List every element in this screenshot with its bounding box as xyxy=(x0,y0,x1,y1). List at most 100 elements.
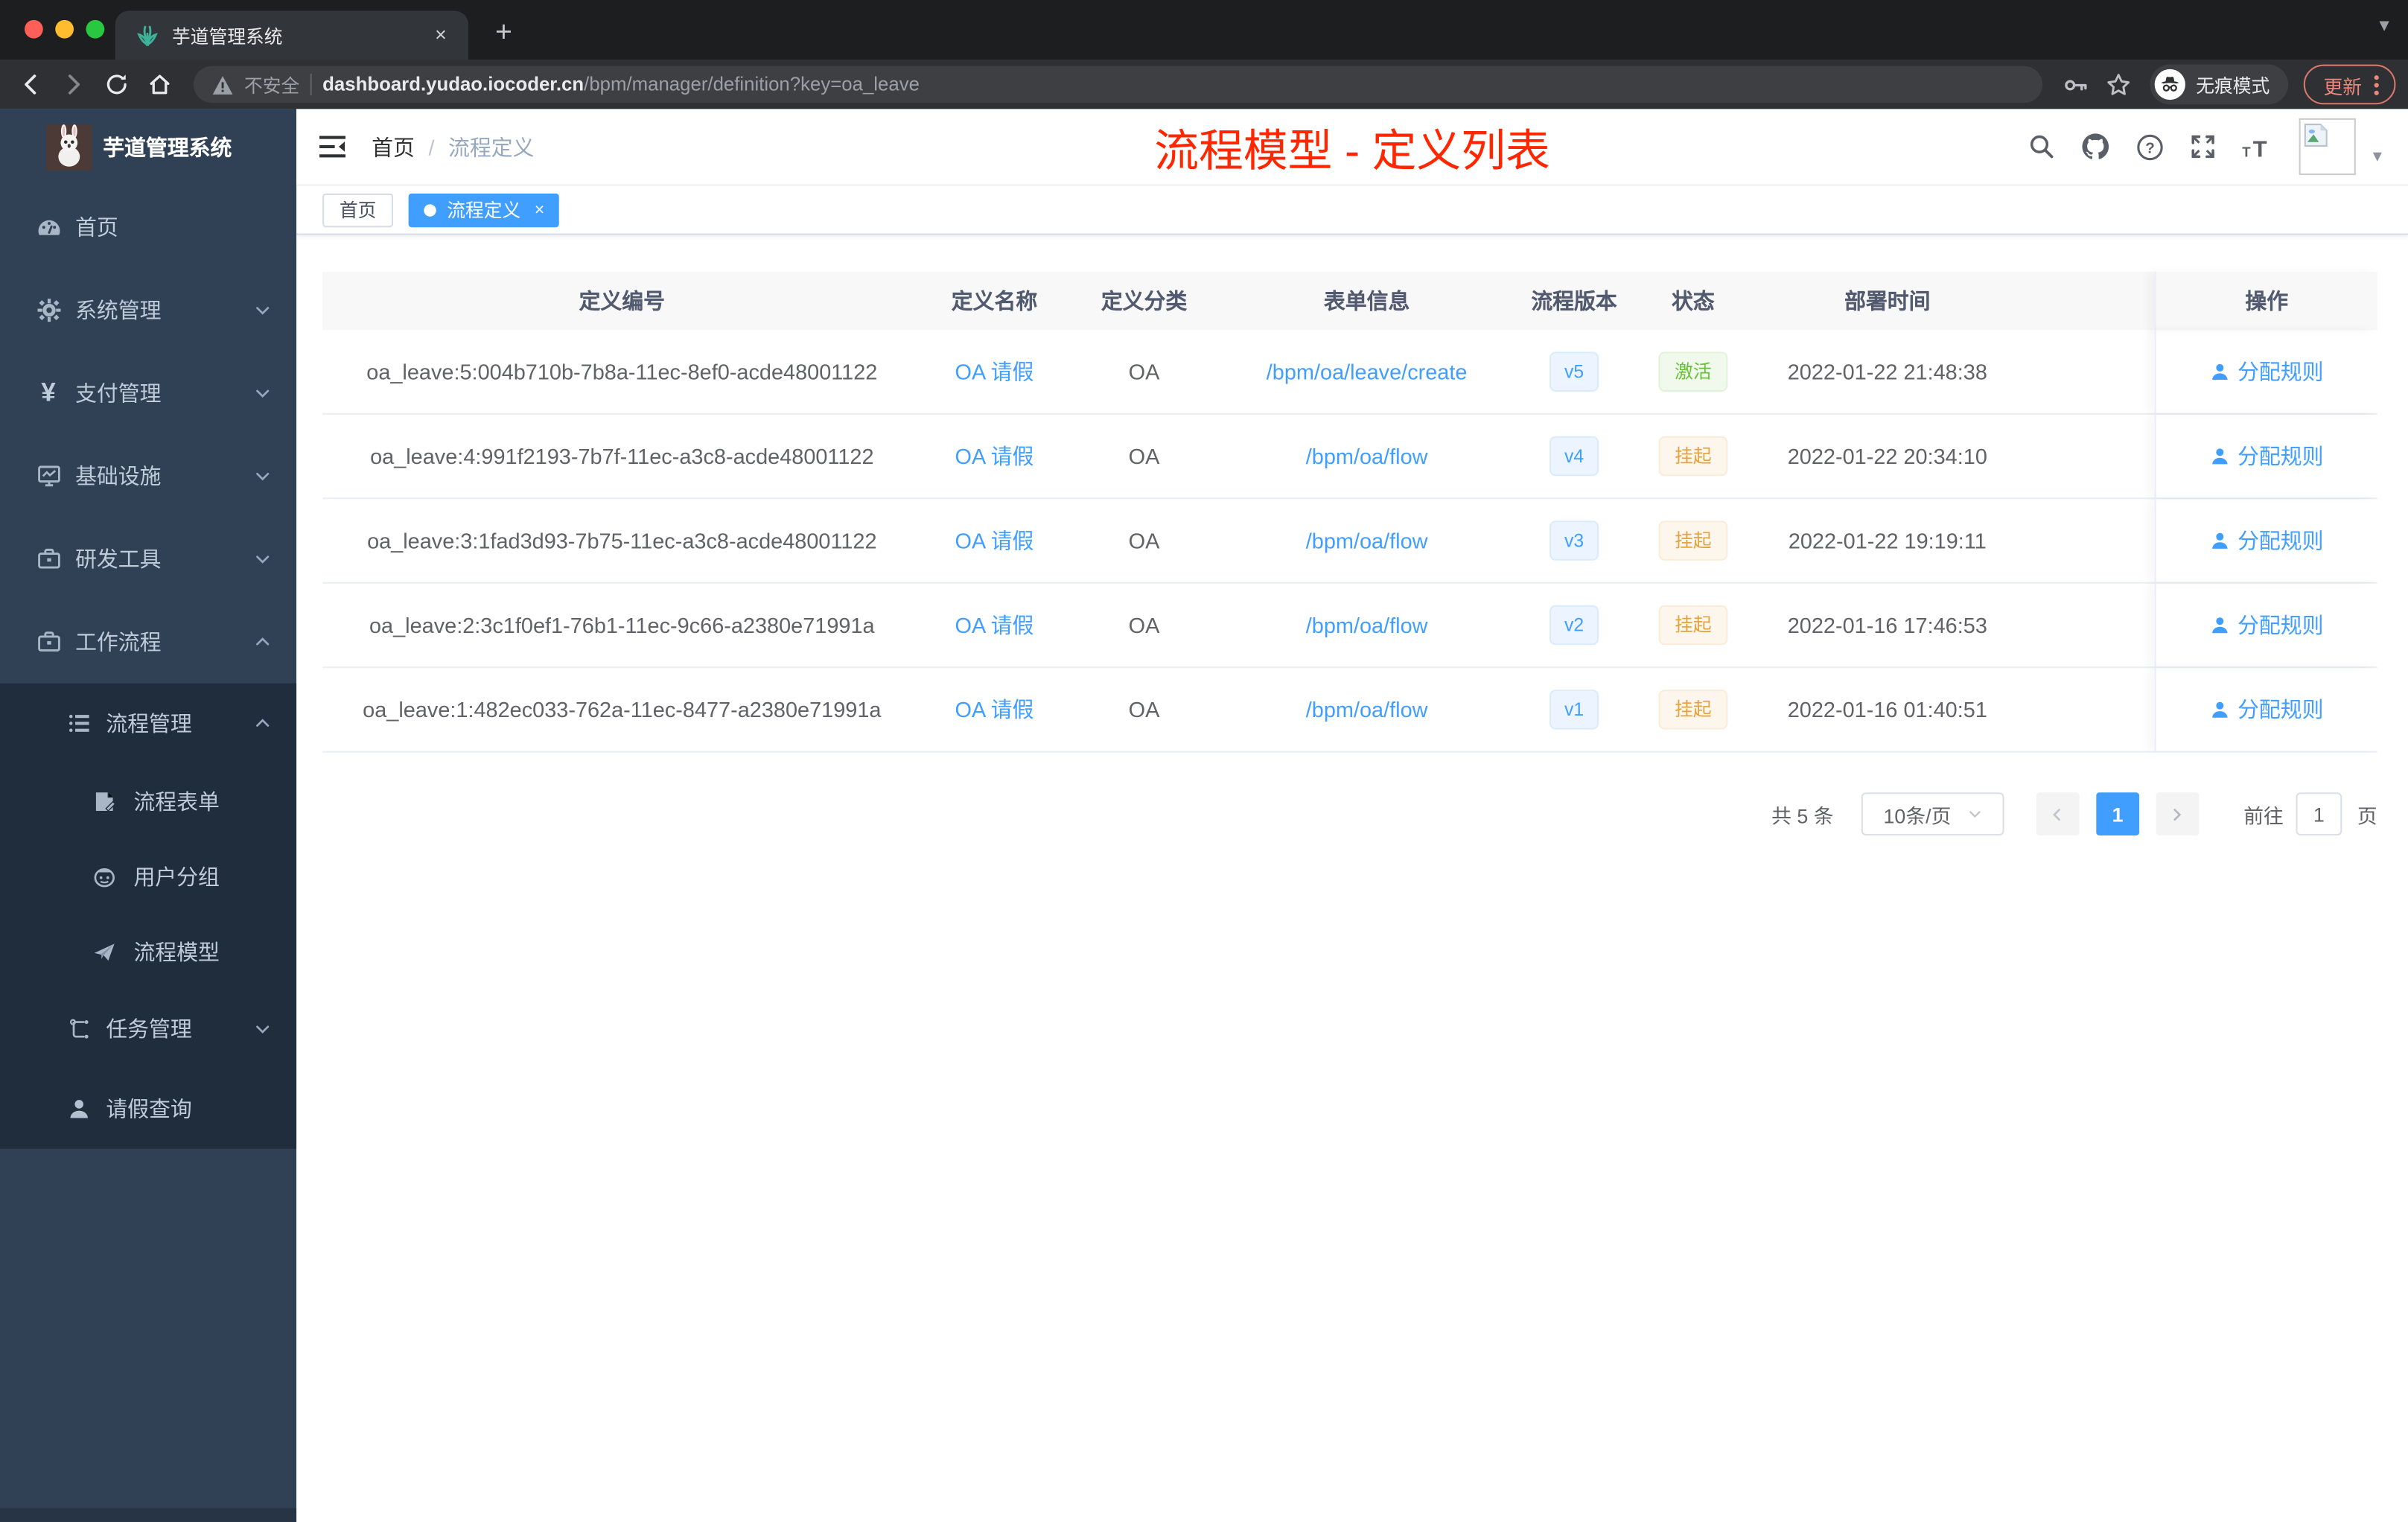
annotation-title: 流程模型 - 定义列表 xyxy=(1154,127,1550,176)
goto-page-input[interactable] xyxy=(2296,792,2342,835)
column-header: 定义名称 xyxy=(951,288,1038,313)
browser-tab[interactable]: 芋道管理系统 × xyxy=(115,10,469,60)
sidebar-item-label: 流程表单 xyxy=(133,789,220,814)
assign-rule-link[interactable]: 分配规则 xyxy=(2210,610,2324,640)
definition-name-link[interactable]: OA 请假 xyxy=(955,613,1033,637)
definition-name-link[interactable]: OA 请假 xyxy=(955,697,1033,722)
definition-name-link[interactable]: OA 请假 xyxy=(955,360,1033,384)
brand-title: 芋道管理系统 xyxy=(103,135,232,160)
tab-close-icon[interactable]: × xyxy=(428,23,453,48)
password-key-icon[interactable] xyxy=(2058,66,2095,104)
status-badge: 激活 xyxy=(1659,351,1727,392)
url-text: dashboard.yudao.iocoder.cn/bpm/manager/d… xyxy=(322,74,920,95)
status-badge: 挂起 xyxy=(1659,690,1727,730)
sidebar-item-task-management[interactable]: 任务管理 xyxy=(0,989,296,1069)
paper-plane-icon xyxy=(91,939,117,964)
minimize-window-button[interactable] xyxy=(55,19,74,39)
zoom-window-button[interactable] xyxy=(86,19,105,39)
home-icon[interactable] xyxy=(141,66,179,104)
breadcrumb-current: 流程定义 xyxy=(448,134,535,159)
browser-menu-dots-icon[interactable] xyxy=(2374,74,2379,95)
chevron-up-icon xyxy=(253,633,272,652)
back-icon[interactable] xyxy=(13,66,50,104)
page-size-select[interactable]: 10条/页 xyxy=(1861,792,2004,835)
assign-rule-label: 分配规则 xyxy=(2237,697,2324,722)
form-link[interactable]: /bpm/oa/flow xyxy=(1306,613,1428,637)
page-unit-label: 页 xyxy=(2357,803,2377,827)
assign-rule-link[interactable]: 分配规则 xyxy=(2210,441,2324,471)
active-dot xyxy=(424,203,436,216)
browser-update-button[interactable]: 更新 xyxy=(2303,64,2396,105)
breadcrumb-home[interactable]: 首页 xyxy=(372,131,415,162)
toolbox-icon xyxy=(35,547,61,571)
next-page-button[interactable] xyxy=(2156,792,2200,835)
form-link[interactable]: /bpm/oa/flow xyxy=(1306,529,1428,553)
deploy-time: 2022-01-22 21:48:38 xyxy=(1787,359,1987,384)
search-icon[interactable] xyxy=(2029,133,2055,159)
sidebar-item-home[interactable]: 首页 xyxy=(0,186,296,269)
sidebar-item-process-management[interactable]: 流程管理 xyxy=(0,684,296,763)
sidebar-item-process-form[interactable]: 流程表单 xyxy=(0,763,296,838)
sidebar: 芋道管理系统 首页 系统管理 ¥ 支付管理 基础设施 研发工具 工作流程 流程管… xyxy=(0,109,297,1522)
page-content: 定义编号 定义名称 定义分类 表单信息 流程版本 状态 部署时间 操作 oa_l… xyxy=(296,235,2408,1522)
sidebar-item-devtools[interactable]: 研发工具 xyxy=(0,518,296,600)
gear-icon xyxy=(35,298,61,322)
page-number-1[interactable]: 1 xyxy=(2096,792,2139,835)
sidebar-item-infrastructure[interactable]: 基础设施 xyxy=(0,435,296,518)
sidebar-item-process-model[interactable]: 流程模型 xyxy=(0,914,296,989)
tag-label: 首页 xyxy=(339,200,377,221)
sidebar-item-label: 系统管理 xyxy=(75,298,162,323)
status-badge: 挂起 xyxy=(1659,520,1727,561)
tag-home[interactable]: 首页 xyxy=(322,192,394,227)
status-badge: 挂起 xyxy=(1659,605,1727,646)
sidebar-item-user-group[interactable]: 用户分组 xyxy=(0,838,296,914)
assign-rule-link[interactable]: 分配规则 xyxy=(2210,694,2324,725)
assign-rule-link[interactable]: 分配规则 xyxy=(2210,525,2324,555)
definition-name-link[interactable]: OA 请假 xyxy=(955,444,1033,468)
sidebar-collapse-icon[interactable] xyxy=(319,136,346,159)
assign-rule-link[interactable]: 分配规则 xyxy=(2210,357,2324,387)
security-warning-icon[interactable] xyxy=(212,74,234,95)
chevron-down-icon xyxy=(253,1020,272,1039)
sidebar-item-label: 任务管理 xyxy=(106,1016,192,1042)
prev-page-button[interactable] xyxy=(2036,792,2080,835)
bookmark-star-icon[interactable] xyxy=(2100,66,2138,104)
new-tab-button[interactable]: + xyxy=(484,14,524,54)
sidebar-item-workflow[interactable]: 工作流程 xyxy=(0,600,296,683)
sidebar-item-system[interactable]: 系统管理 xyxy=(0,269,296,351)
assign-rule-label: 分配规则 xyxy=(2237,359,2324,384)
status-badge: 挂起 xyxy=(1659,436,1727,477)
svg-text:?: ? xyxy=(2145,138,2155,156)
user-menu-caret-icon[interactable]: ▼ xyxy=(2370,149,2385,166)
deploy-time: 2022-01-22 19:19:11 xyxy=(1788,528,1987,553)
chevron-up-icon xyxy=(253,714,272,733)
definition-id: oa_leave:5:004b710b-7b8a-11ec-8ef0-acde4… xyxy=(366,359,878,384)
address-bar[interactable]: 不安全 dashboard.yudao.iocoder.cn/bpm/manag… xyxy=(193,66,2043,104)
font-size-icon[interactable]: TT xyxy=(2242,134,2272,159)
close-window-button[interactable] xyxy=(25,19,43,39)
definition-name-link[interactable]: OA 请假 xyxy=(955,529,1033,553)
table-row: oa_leave:2:3c1f0ef1-76b1-11ec-9c66-a2380… xyxy=(322,583,2377,669)
tree-list-icon xyxy=(66,711,92,736)
tab-search-chevron-icon[interactable]: ▼ xyxy=(2376,17,2392,36)
column-header: 操作 xyxy=(2154,272,2377,331)
version-badge: v5 xyxy=(1549,351,1599,392)
reload-icon[interactable] xyxy=(98,66,136,104)
assign-rule-label: 分配规则 xyxy=(2237,612,2324,637)
sidebar-item-leave-query[interactable]: 请假查询 xyxy=(0,1069,296,1149)
form-link[interactable]: /bpm/oa/flow xyxy=(1306,444,1428,468)
favicon-plant-icon xyxy=(137,25,159,46)
user-avatar-broken-image[interactable] xyxy=(2299,118,2357,176)
help-question-icon[interactable]: ? xyxy=(2136,133,2164,160)
form-link[interactable]: /bpm/oa/flow xyxy=(1306,697,1428,722)
tag-process-definition[interactable]: 流程定义 × xyxy=(408,192,560,227)
forward-icon[interactable] xyxy=(55,66,92,104)
sidebar-item-payment[interactable]: ¥ 支付管理 xyxy=(0,351,296,434)
omnibox-divider xyxy=(310,74,312,95)
top-navbar: 首页 / 流程定义 流程模型 - 定义列表 ? T T ▼ xyxy=(296,109,2408,186)
update-label: 更新 xyxy=(2323,76,2363,98)
github-icon[interactable] xyxy=(2081,132,2110,161)
tag-close-icon[interactable]: × xyxy=(535,200,544,219)
form-link[interactable]: /bpm/oa/leave/create xyxy=(1267,360,1468,384)
fullscreen-icon[interactable] xyxy=(2190,133,2216,159)
